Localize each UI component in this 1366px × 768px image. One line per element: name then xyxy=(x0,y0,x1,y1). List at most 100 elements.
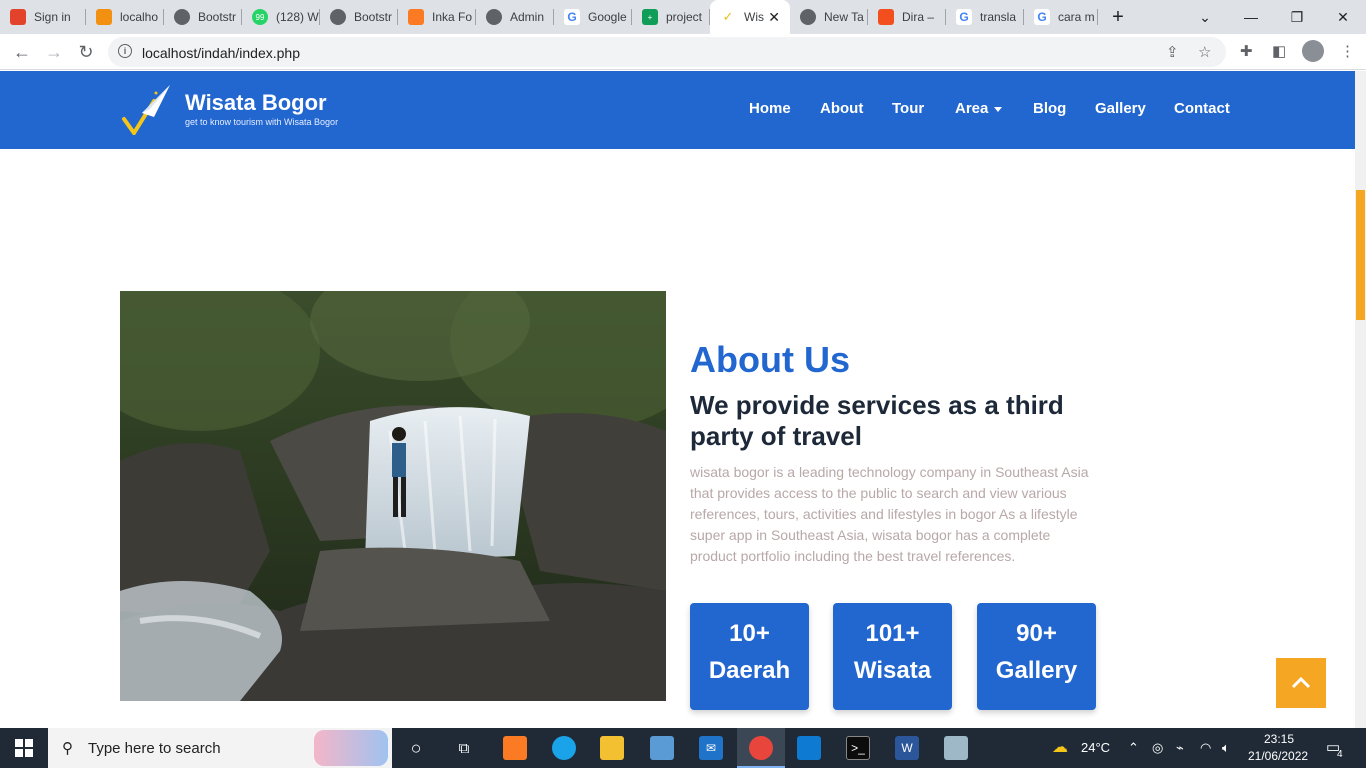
google-icon: G xyxy=(956,9,972,25)
url-text[interactable]: localhost/indah/index.php xyxy=(142,45,300,61)
word-icon[interactable]: W xyxy=(895,736,919,760)
figma-icon xyxy=(878,9,894,25)
nav-blog[interactable]: Blog xyxy=(1033,100,1066,117)
tab-label: Bootstr xyxy=(354,10,393,24)
power-icon[interactable]: ⌁ xyxy=(1176,740,1184,756)
address-bar[interactable]: i localhost/indah/index.php ⇪ ☆ xyxy=(108,37,1226,67)
nav-area-label: Area xyxy=(955,100,989,117)
browser-tab-active[interactable]: ✓ Wis ✕ xyxy=(710,0,790,34)
xampp-icon[interactable] xyxy=(503,736,527,760)
about-title: About Us xyxy=(690,339,850,380)
tab-label: project xyxy=(666,10,703,24)
notification-count: 4 xyxy=(1337,749,1343,760)
logo-plane-icon[interactable] xyxy=(120,83,172,135)
waterfall-photo xyxy=(120,291,666,701)
minimize-button[interactable]: — xyxy=(1228,0,1274,34)
tab-search-chevron-icon[interactable]: ⌄ xyxy=(1182,0,1228,34)
stat-card-gallery: 90+ Gallery xyxy=(977,603,1096,710)
store-icon[interactable] xyxy=(650,736,674,760)
browser-tab[interactable]: Inka Fo xyxy=(398,0,476,34)
tab-label: localho xyxy=(120,10,159,24)
weather-temperature[interactable]: 24°C xyxy=(1081,740,1110,755)
globe-icon xyxy=(486,9,502,25)
clock-time[interactable]: 23:15 xyxy=(1264,732,1294,746)
caret-down-icon xyxy=(994,106,1003,112)
stat-number: 90+ xyxy=(1016,620,1057,647)
browser-tab[interactable]: New Ta xyxy=(790,0,868,34)
scrollbar-thumb[interactable] xyxy=(1356,190,1365,320)
browser-tab[interactable]: Admin xyxy=(476,0,554,34)
site-info-icon[interactable]: i xyxy=(118,44,132,58)
browser-tab[interactable]: Dira – xyxy=(868,0,946,34)
extensions-icon[interactable]: ✚ xyxy=(1240,42,1253,60)
restore-button[interactable]: ❐ xyxy=(1274,0,1320,34)
menu-kebab-icon[interactable]: ⋮ xyxy=(1340,42,1355,60)
meet-icon[interactable]: ◎ xyxy=(1152,740,1163,756)
volume-icon[interactable]: 🔈︎ xyxy=(1222,740,1230,756)
browser-tab[interactable]: G transla xyxy=(946,0,1024,34)
chrome-icon[interactable] xyxy=(749,736,773,760)
nav-tour[interactable]: Tour xyxy=(892,100,924,117)
tab-label: Bootstr xyxy=(198,10,237,24)
back-to-top-button[interactable] xyxy=(1276,658,1326,708)
browser-tab[interactable]: Bootstr xyxy=(320,0,398,34)
nav-contact[interactable]: Contact xyxy=(1174,100,1230,117)
back-button[interactable]: ← xyxy=(10,40,34,64)
tab-label: Inka Fo xyxy=(432,10,473,24)
sheets-icon: + xyxy=(642,9,658,25)
mail-icon[interactable]: ✉ xyxy=(699,736,723,760)
forward-button[interactable]: → xyxy=(42,40,66,64)
browser-tab[interactable]: Sign in xyxy=(0,0,86,34)
task-view-icon[interactable]: ⧉ xyxy=(452,736,476,760)
site-icon: ✓ xyxy=(722,9,734,24)
weather-icon[interactable]: ☁ xyxy=(1052,737,1068,757)
wifi-icon[interactable]: ◠ xyxy=(1200,740,1211,756)
globe-icon xyxy=(330,9,346,25)
browser-tab[interactable]: G cara m xyxy=(1024,0,1098,34)
taskbar-search-box[interactable]: ⚲ Type here to search xyxy=(48,728,392,768)
gitlab-icon xyxy=(10,9,26,25)
search-highlight-image xyxy=(314,730,388,766)
share-icon[interactable]: ⇪ xyxy=(1166,43,1179,61)
search-placeholder[interactable]: Type here to search xyxy=(88,740,221,757)
tab-label: New Ta xyxy=(824,10,864,24)
tab-label: Dira – xyxy=(902,10,935,24)
browser-tab[interactable]: + project xyxy=(632,0,710,34)
bookmark-star-icon[interactable]: ☆ xyxy=(1198,43,1211,61)
notepad-icon[interactable] xyxy=(944,736,968,760)
side-panel-icon[interactable]: ◧ xyxy=(1272,42,1286,60)
terminal-icon[interactable]: >_ xyxy=(846,736,870,760)
chevron-up-tray-icon[interactable]: ⌃ xyxy=(1128,740,1139,756)
nav-area-dropdown[interactable]: Area xyxy=(955,100,1003,117)
edge-icon[interactable] xyxy=(552,736,576,760)
windows-start-button[interactable] xyxy=(0,728,48,768)
cortana-icon[interactable]: ○ xyxy=(404,736,428,760)
tab-label: cara m xyxy=(1058,10,1095,24)
stat-card-daerah: 10+ Daerah xyxy=(690,603,809,710)
page-scrollbar[interactable] xyxy=(1355,71,1366,728)
brand-name[interactable]: Wisata Bogor xyxy=(185,90,327,116)
browser-tab[interactable]: G Google xyxy=(554,0,632,34)
vscode-icon[interactable] xyxy=(797,736,821,760)
windows-logo-icon xyxy=(15,739,33,757)
close-window-button[interactable]: ✕ xyxy=(1320,0,1366,34)
nav-about[interactable]: About xyxy=(820,100,863,117)
nav-gallery[interactable]: Gallery xyxy=(1095,100,1146,117)
clock-date[interactable]: 21/06/2022 xyxy=(1248,749,1308,763)
browser-tab-strip: Sign in localho Bootstr 99 (128) W Boots… xyxy=(0,0,1366,34)
close-tab-icon[interactable]: ✕ xyxy=(768,9,780,26)
file-explorer-icon[interactable] xyxy=(600,736,624,760)
profile-avatar[interactable] xyxy=(1302,40,1324,62)
tab-label: transla xyxy=(980,10,1017,24)
reload-button[interactable]: ↻ xyxy=(74,40,98,64)
site-navbar: Wisata Bogor get to know tourism with Wi… xyxy=(0,71,1355,149)
globe-icon xyxy=(174,9,190,25)
browser-tab[interactable]: 99 (128) W xyxy=(242,0,320,34)
chrome-icon xyxy=(800,9,816,25)
browser-tab[interactable]: Bootstr xyxy=(164,0,242,34)
about-description: wisata bogor is a leading technology com… xyxy=(690,464,1089,564)
nav-home[interactable]: Home xyxy=(749,100,791,117)
new-tab-button[interactable]: + xyxy=(1098,0,1138,34)
browser-tab[interactable]: localho xyxy=(86,0,164,34)
tab-label: Wis xyxy=(744,10,764,24)
